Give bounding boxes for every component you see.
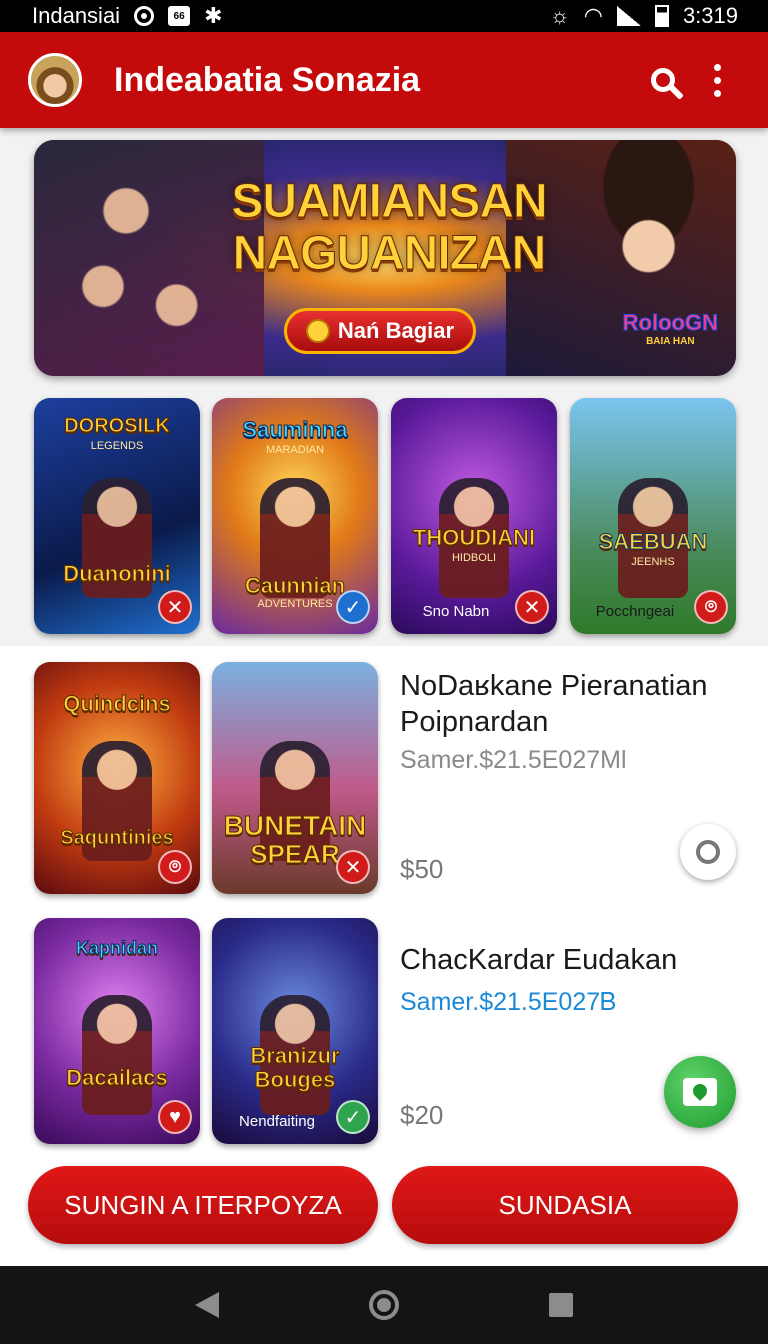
hero-title: SUAMIANSAN NAGUANIZAN: [224, 175, 554, 280]
hero-cta-button[interactable]: Nań Bagiar: [284, 308, 476, 354]
hero-title-line1: SUAMIANSAN: [231, 175, 548, 228]
pin-icon[interactable]: ⌾: [158, 850, 192, 884]
list-item-card[interactable]: Branizur Bouges Nendfaiting ✓: [212, 918, 378, 1144]
list-item-card[interactable]: Kapnidan Dacailacs ♥: [34, 918, 200, 1144]
game-card[interactable]: SAEBUAN JEENHS Pocchngeai ⌾: [570, 398, 736, 634]
record-icon: [134, 6, 155, 26]
list-card-title: Quindcins: [63, 691, 172, 716]
avatar[interactable]: [28, 53, 82, 107]
game-card-footer: Sno Nabn: [422, 603, 490, 620]
more-options-button[interactable]: [690, 53, 744, 107]
more-vert-icon: [713, 63, 721, 97]
emoji-icon: [305, 319, 330, 343]
back-icon[interactable]: [195, 1292, 219, 1318]
close-icon[interactable]: ✕: [515, 590, 549, 624]
list-item-price: $20: [400, 1100, 444, 1130]
secondary-action-button[interactable]: SUNDASIA: [392, 1166, 738, 1244]
close-icon[interactable]: ✕: [158, 590, 192, 624]
game-card-subtitle: JEENHS: [631, 556, 675, 568]
game-card-title: THOUDIANI: [412, 525, 536, 550]
game-card-title: Sauminna: [242, 417, 348, 442]
game-card-caption: Duanonini: [63, 561, 172, 586]
list-card-caption: Bouges: [254, 1067, 336, 1092]
game-card-title: SAEBUAN: [598, 529, 708, 554]
search-button[interactable]: [636, 53, 690, 107]
game-card[interactable]: THOUDIANI HIDBOLI Sno Nabn ✕: [391, 398, 557, 634]
list-item-subprice: Samer.$21.5E027Ml: [400, 746, 627, 774]
status-bar: Indansiai 66 ✱ ☼ ◠ 3:319: [0, 0, 768, 32]
battery-icon: [654, 5, 669, 27]
hero-cta-label: Nań Bagiar: [337, 318, 455, 343]
check-icon[interactable]: ✓: [336, 590, 370, 624]
list-item-card[interactable]: BUNETAIN SPEAR ✕: [212, 662, 378, 894]
carrier-label: Indansiai: [32, 3, 121, 28]
game-card-footer: Pocchngeai: [595, 603, 675, 620]
list-item-title: ChacKardar Eudakan: [400, 944, 678, 976]
app-title: Indeabatia Sonazia: [114, 60, 421, 99]
list-card-caption: Saquntinies: [60, 827, 174, 850]
list-card-title: Branizur: [250, 1043, 340, 1068]
heart-icon[interactable]: ♥: [158, 1100, 192, 1134]
list-item-card[interactable]: Quindcins Saquntinies ⌾: [34, 662, 200, 894]
hero-logo-text: RolooGN: [622, 310, 718, 336]
game-card[interactable]: DOROSILK LEGENDS Duanonini ✕: [34, 398, 200, 634]
game-card-subtitle: LEGENDS: [90, 440, 144, 452]
list-item-title-line2: Poipnardan: [400, 706, 549, 738]
game-card-subtitle: MARADIAN: [265, 444, 325, 456]
hero-title-line2: NAGUANIZAN: [232, 227, 547, 280]
system-nav-bar: [0, 1266, 768, 1344]
primary-action-button[interactable]: SUNGIN A ITERPOYZA: [28, 1166, 378, 1244]
clock: 3:319: [682, 3, 738, 28]
hero-banner[interactable]: SUAMIANSAN NAGUANIZAN Nań Bagiar RolooGN…: [34, 140, 736, 376]
android-icon: ✱: [204, 3, 223, 28]
check-icon[interactable]: ✓: [336, 1100, 370, 1134]
recents-icon[interactable]: [549, 1293, 573, 1317]
signal-icon: [616, 6, 641, 26]
list-card-title: BUNETAIN: [223, 810, 367, 841]
hero-logo-sub: BAIA HAN: [646, 336, 695, 347]
hero-logo: RolooGN BAIA HAN: [622, 310, 718, 348]
search-icon: [651, 68, 675, 92]
chat-fab[interactable]: [664, 1056, 736, 1128]
list-item-price: $50: [400, 854, 444, 884]
alarm-icon: ☼: [549, 3, 570, 28]
list-card-title: Kapnidan: [75, 938, 158, 959]
game-card[interactable]: Sauminna MARADIAN Caunnian ADVENTURES ✓: [212, 398, 378, 634]
character-art: [82, 994, 152, 1115]
game-card-title: DOROSILK: [64, 415, 171, 438]
notification-badge: 66: [168, 6, 191, 26]
chat-location-icon: [683, 1078, 717, 1106]
select-radio[interactable]: [680, 824, 736, 880]
wifi-icon: ◠: [583, 3, 603, 28]
game-card-subtitle: HIDBOLI: [451, 552, 496, 564]
list-item-subprice: Samer.$21.5E027Ᏼ: [400, 988, 617, 1016]
pin-icon[interactable]: ⌾: [694, 590, 728, 624]
app-bar: Indeabatia Sonazia: [0, 32, 768, 128]
list-card-footer: Nendfaiting: [239, 1113, 315, 1130]
home-icon[interactable]: [369, 1290, 399, 1320]
close-icon[interactable]: ✕: [336, 850, 370, 884]
list-card-caption: Dacailacs: [66, 1065, 169, 1090]
list-item-title: NoDaʁkane Pieranatian: [400, 670, 708, 702]
